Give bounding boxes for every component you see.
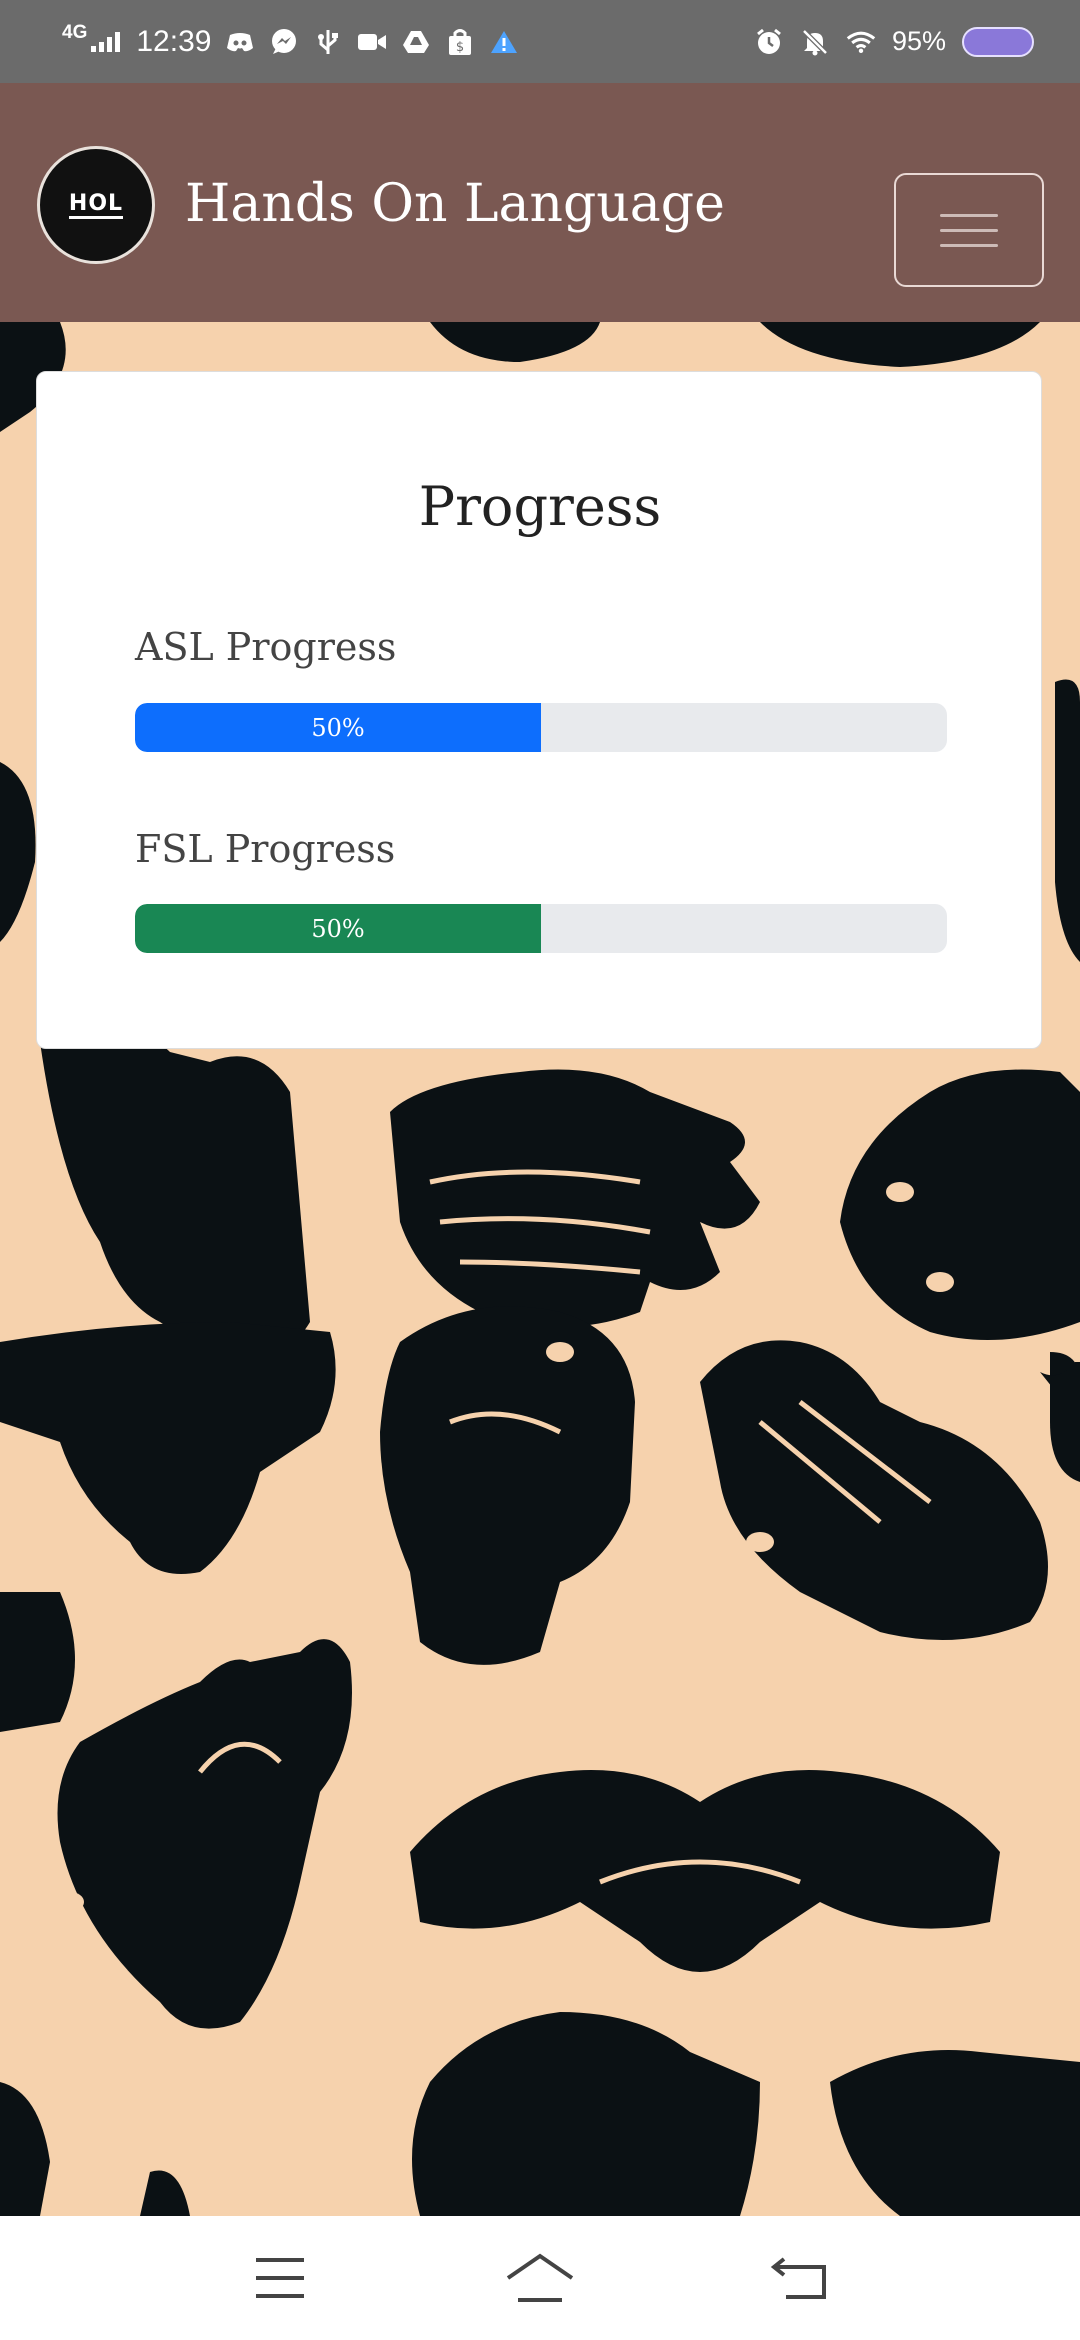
usb-icon [313,28,343,56]
hamburger-line [940,213,998,217]
hamburger-line [940,243,998,247]
home-icon[interactable] [500,2248,580,2308]
signal-icon [91,31,121,52]
alarm-icon [754,28,784,56]
warning-icon [489,28,519,56]
status-bar: 4G 12:39 $ 95% [0,0,1080,83]
asl-progress-label: ASL Progress [135,625,397,669]
menu-toggle-button[interactable] [894,173,1044,287]
navbar: HOL Hands On Language [0,83,1080,322]
status-left: 4G 12:39 $ [62,22,519,59]
asl-progress-fill: 50% [135,703,541,752]
status-right: 95% [754,26,1034,57]
logo[interactable]: HOL [37,146,155,264]
fsl-progress-bar: 50% [135,904,947,953]
video-icon [357,28,387,56]
fsl-progress-label: FSL Progress [135,827,396,871]
asl-progress-bar: 50% [135,703,947,752]
fsl-progress-fill: 50% [135,904,541,953]
system-nav-bar [0,2216,1080,2340]
discord-icon [225,28,255,56]
drive-icon [401,28,431,56]
hamburger-line [940,228,998,232]
logo-text: HOL [68,191,124,219]
shopping-icon: $ [445,28,475,56]
svg-text:$: $ [456,40,464,55]
clock: 12:39 [136,24,212,58]
progress-card: Progress ASL Progress 50% FSL Progress 5… [36,371,1042,1049]
card-title: Progress [418,475,662,538]
bell-muted-icon [800,28,830,56]
menu-icon[interactable] [240,2248,320,2308]
network-type: 4G [62,22,88,43]
battery-level: 95% [891,26,946,56]
screen: 4G 12:39 $ 95% HOL Hands On Language Pro… [0,0,1080,2340]
back-icon[interactable] [760,2248,840,2308]
brand-title[interactable]: Hands On Language [185,169,725,239]
messenger-icon [269,28,299,56]
battery-icon [962,26,1034,57]
wifi-icon [846,28,876,56]
